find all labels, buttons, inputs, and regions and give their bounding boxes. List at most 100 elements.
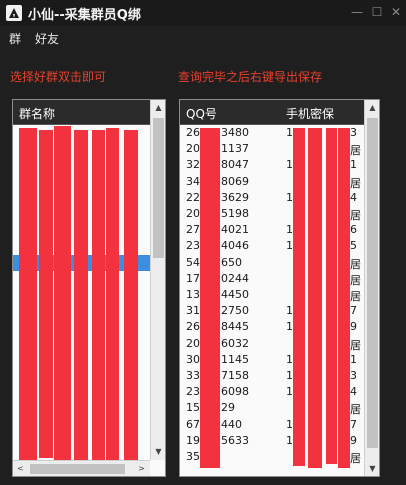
member-list[interactable]: QQ号 手机密保 26 3480 1 3 20 1137 居 32 8047 1 1 34 8069 居 2… <box>179 99 380 477</box>
qq-cell-end: 8047 <box>221 158 249 172</box>
qq-cell-end: 3629 <box>221 190 249 204</box>
phone-cell-end: 5 <box>350 239 357 253</box>
menu-friend[interactable]: 好友 <box>35 30 59 47</box>
qq-cell-start: 67 <box>186 417 200 431</box>
phone-cell-end: 1 <box>350 158 357 172</box>
qq-cell-start: 54 <box>186 255 200 269</box>
phone-cell-start: 1 <box>286 304 293 318</box>
qq-cell-start: 32 <box>186 158 200 172</box>
qq-cell-end: 4046 <box>221 239 249 253</box>
hint-export: 查询完毕之后右键导出保存 <box>178 70 323 84</box>
qq-cell-end: 440 <box>221 417 242 431</box>
title-bar: 小仙--采集群员Q绑 — ☐ ✕ <box>0 0 406 26</box>
qq-cell-start: 19 <box>186 433 200 447</box>
qq-cell-end: 4021 <box>221 223 249 237</box>
phone-cell-end: 1 <box>350 352 357 366</box>
redaction-bar <box>200 128 220 468</box>
qq-cell-end: 7158 <box>221 369 249 382</box>
qq-cell-start: 33 <box>186 369 200 382</box>
group-list[interactable]: 群名称 ▲ ▼ < > <box>12 99 166 477</box>
qq-cell-end: 8069 <box>221 174 249 188</box>
qq-cell-end: 5633 <box>221 433 249 447</box>
phone-cell-end: 9 <box>350 320 357 334</box>
qq-cell-start: 30 <box>186 352 200 366</box>
phone-cell-end: 居 <box>350 209 361 222</box>
qq-cell-start: 31 <box>186 304 200 318</box>
scroll-right-button[interactable]: > <box>134 461 149 476</box>
phone-cell-start: 1 <box>286 239 293 253</box>
qq-cell-start: 26 <box>186 320 200 334</box>
phone-cell-end: 居 <box>350 144 361 158</box>
phone-cell-end: 居 <box>350 176 361 190</box>
redaction-bar <box>308 128 322 468</box>
qq-cell-start: 20 <box>186 142 200 156</box>
phone-cell-end: 3 <box>350 369 357 382</box>
group-list-header: 群名称 <box>13 100 150 125</box>
qq-cell-end: 4450 <box>221 288 249 301</box>
qq-cell-end: 6032 <box>221 336 249 350</box>
group-horizontal-scrollbar[interactable]: < > <box>13 460 150 476</box>
column-group-name[interactable]: 群名称 <box>19 105 55 122</box>
phone-cell-start: 1 <box>286 385 293 399</box>
qq-cell-end: 1137 <box>221 142 249 156</box>
redaction-bar <box>124 130 138 462</box>
column-qq[interactable]: QQ号 <box>186 105 217 122</box>
scroll-up-button[interactable]: ▲ <box>151 100 165 116</box>
hint-select-group: 选择好群双击即可 <box>10 70 107 84</box>
qq-cell-end: 6098 <box>221 385 249 399</box>
member-list-header: QQ号 手机密保 <box>180 100 364 125</box>
scroll-thumb[interactable] <box>153 118 164 258</box>
qq-cell-end: 5198 <box>221 207 249 220</box>
qq-cell-start: 35 <box>186 450 200 463</box>
phone-cell-end: 7 <box>350 417 357 431</box>
group-vertical-scrollbar[interactable]: ▲ ▼ <box>150 100 165 460</box>
phone-cell-end: 居 <box>350 403 361 417</box>
qq-cell-start: 13 <box>186 288 200 301</box>
phone-cell-start: 1 <box>286 190 293 204</box>
phone-cell-end: 9 <box>350 433 357 447</box>
phone-cell-start: 1 <box>286 223 293 237</box>
maximize-button[interactable]: ☐ <box>370 5 384 19</box>
qq-cell-end: 8445 <box>221 320 249 334</box>
qq-cell-start: 26 <box>186 126 200 139</box>
minimize-button[interactable]: — <box>350 5 364 19</box>
close-button[interactable]: ✕ <box>389 5 403 19</box>
qq-cell-start: 15 <box>186 401 200 415</box>
member-vertical-scrollbar[interactable]: ▲ ▼ <box>364 100 379 476</box>
phone-cell-end: 7 <box>350 304 357 318</box>
scroll-up-button[interactable]: ▲ <box>365 100 379 116</box>
qq-cell-end: 2750 <box>221 304 249 318</box>
redaction-bar <box>326 128 337 464</box>
scroll-thumb[interactable] <box>367 118 378 448</box>
redaction-bar <box>19 128 37 473</box>
scroll-thumb[interactable] <box>30 464 125 474</box>
redaction-bar <box>74 130 88 460</box>
column-phone-secure[interactable]: 手机密保 <box>286 105 334 122</box>
phone-cell-start: 1 <box>286 433 293 447</box>
qq-cell-start: 20 <box>186 336 200 350</box>
menu-bar: 群 好友 <box>0 28 406 48</box>
qq-cell-start: 20 <box>186 207 200 220</box>
phone-cell-start: 1 <box>286 352 293 366</box>
qq-cell-end: 650 <box>221 255 242 269</box>
redaction-bar <box>293 128 305 466</box>
redaction-bar <box>39 130 53 458</box>
phone-cell-end: 居 <box>350 452 361 465</box>
scroll-down-button[interactable]: ▼ <box>151 444 165 460</box>
phone-cell-end: 4 <box>350 190 357 204</box>
phone-cell-end: 居 <box>350 338 361 352</box>
qq-cell-end: 1145 <box>221 352 249 366</box>
scroll-left-button[interactable]: < <box>13 461 28 476</box>
qq-cell-end: 3480 <box>221 126 249 139</box>
redaction-bar <box>92 130 105 468</box>
phone-cell-end: 6 <box>350 223 357 237</box>
qq-cell-start: 17 <box>186 271 200 285</box>
menu-group[interactable]: 群 <box>9 30 21 47</box>
qq-cell-start: 34 <box>186 174 200 188</box>
redaction-bar <box>54 126 71 474</box>
phone-cell-end: 3 <box>350 126 357 139</box>
scroll-down-button[interactable]: ▼ <box>365 461 379 476</box>
phone-cell-end: 居 <box>350 257 361 271</box>
phone-cell-end: 居 <box>350 290 361 303</box>
phone-cell-start: 1 <box>286 417 293 431</box>
